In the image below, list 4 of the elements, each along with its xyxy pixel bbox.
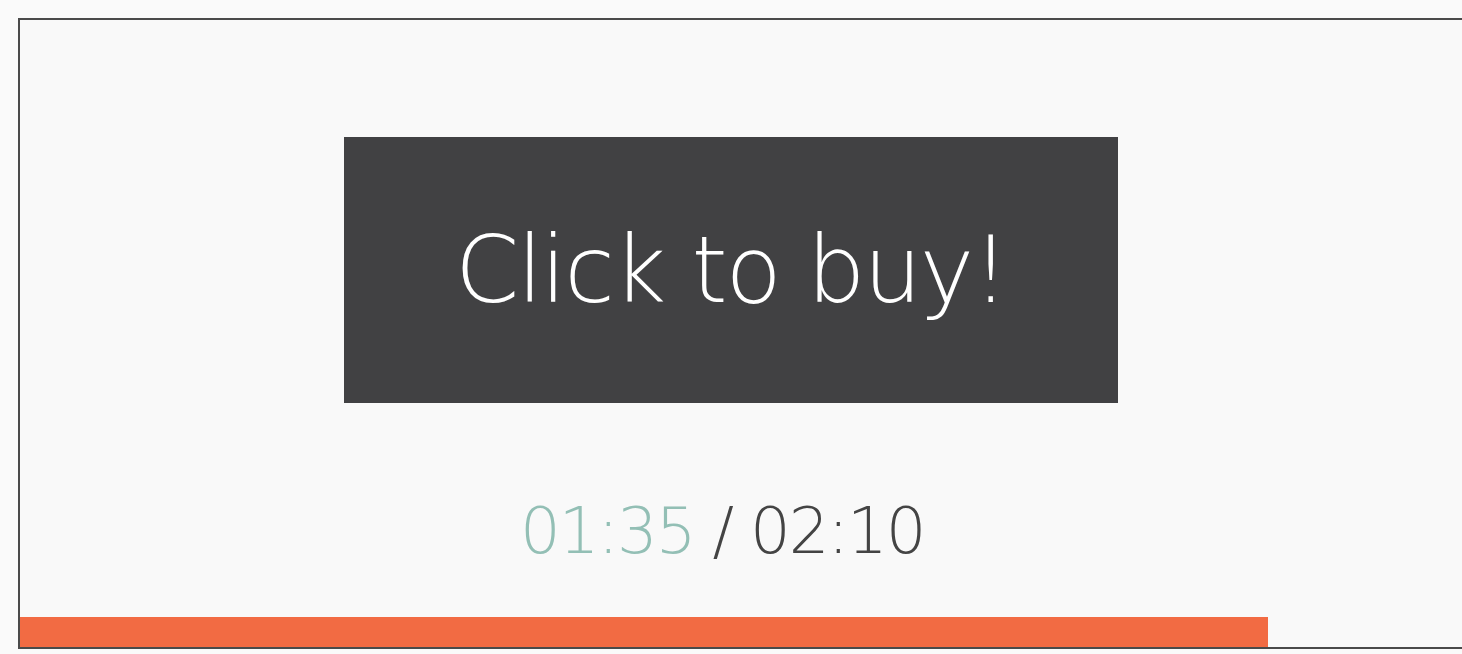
total-time: 02:10 xyxy=(750,499,925,563)
buy-button[interactable]: Click to buy! xyxy=(344,137,1118,403)
current-time: 01:35 xyxy=(520,499,695,563)
time-separator: / xyxy=(712,499,732,563)
